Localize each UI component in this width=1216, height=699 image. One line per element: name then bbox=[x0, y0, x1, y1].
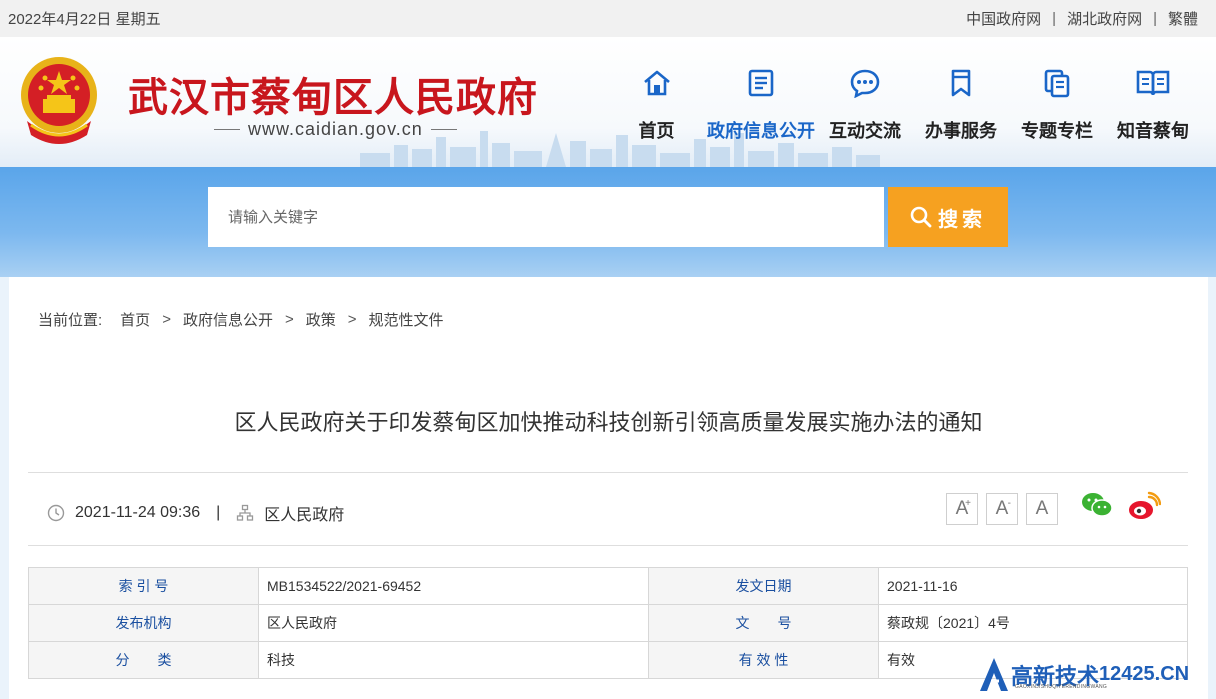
watermark-pinyin: GAOXINJISHUQIYERENDINGWANG bbox=[1015, 684, 1108, 690]
breadcrumb-separator: > bbox=[347, 311, 357, 328]
nav-item-special-topics[interactable]: 专题专栏 bbox=[1017, 65, 1097, 143]
weibo-icon[interactable] bbox=[1127, 491, 1161, 521]
table-key: 文 号 bbox=[648, 604, 879, 642]
top-link-separator: | bbox=[1052, 10, 1057, 27]
domain-dash-left bbox=[214, 129, 240, 130]
font-increase-button[interactable]: A + bbox=[946, 493, 978, 525]
article-container: 当前位置: 首页 > 政府信息公开 > 政策 > 规范性文件 区人民政府关于印发… bbox=[9, 277, 1208, 699]
table-key: 索 引 号 bbox=[28, 567, 259, 605]
table-key: 发文日期 bbox=[648, 567, 879, 605]
search-icon bbox=[910, 206, 932, 228]
nav-item-label: 首页 bbox=[638, 121, 675, 141]
document-list-icon bbox=[746, 65, 776, 101]
share-buttons bbox=[1081, 491, 1161, 521]
search-band: 搜索 bbox=[0, 167, 1216, 277]
home-icon bbox=[642, 65, 672, 101]
bookmark-icon bbox=[947, 65, 975, 101]
nav-item-label: 知音蔡甸 bbox=[1117, 121, 1189, 141]
table-value: 区人民政府 bbox=[258, 604, 649, 642]
search-button[interactable]: 搜索 bbox=[888, 187, 1008, 247]
current-date: 2022年4月22日 星期五 bbox=[8, 11, 161, 28]
font-decrease-button[interactable]: A- bbox=[986, 493, 1018, 525]
link-hubei-gov[interactable]: 湖北政府网 bbox=[1067, 8, 1142, 29]
org-structure-icon bbox=[237, 504, 254, 521]
breadcrumb-item-normative-docs[interactable]: 规范性文件 bbox=[369, 309, 444, 330]
nav-item-label: 政府信息公开 bbox=[707, 121, 815, 141]
nav-item-label: 专题专栏 bbox=[1021, 121, 1093, 141]
nav-item-label: 互动交流 bbox=[829, 121, 901, 141]
nav-item-interaction[interactable]: 互动交流 bbox=[825, 65, 905, 143]
site-watermark: 高新技术 12425.CN GAOXINJISHUQIYERENDINGWANG bbox=[977, 650, 1216, 699]
table-key: 发布机构 bbox=[28, 604, 259, 642]
top-links: 中国政府网 | 湖北政府网 | 繁體 bbox=[966, 8, 1198, 29]
breadcrumb-item-home[interactable]: 首页 bbox=[120, 309, 150, 330]
nav-item-zhiyin-caidian[interactable]: 知音蔡甸 bbox=[1113, 65, 1193, 143]
breadcrumb-separator: > bbox=[162, 311, 171, 328]
link-traditional-chinese[interactable]: 繁體 bbox=[1168, 8, 1198, 29]
domain-dash-right bbox=[430, 129, 457, 130]
breadcrumb-item-policy[interactable]: 政策 bbox=[306, 309, 336, 330]
table-key: 分 类 bbox=[28, 641, 259, 679]
breadcrumb-prefix: 当前位置: bbox=[38, 312, 103, 329]
font-reset-button[interactable]: A bbox=[1026, 493, 1058, 525]
chat-bubble-icon bbox=[849, 65, 881, 101]
copy-pages-icon bbox=[1042, 65, 1072, 101]
table-value: 科技 bbox=[258, 641, 649, 679]
article-title: 区人民政府关于印发蔡甸区加快推动科技创新引领高质量发展实施办法的通知 bbox=[234, 410, 983, 435]
article-source: 区人民政府 bbox=[264, 507, 345, 524]
table-value: MB1534522/2021-69452 bbox=[258, 567, 649, 605]
site-domain-text: www.caidian.gov.cn bbox=[248, 119, 423, 139]
nav-item-label: 办事服务 bbox=[925, 121, 997, 141]
open-book-icon bbox=[1135, 65, 1171, 101]
publish-datetime: 2021-11-24 09:36 bbox=[75, 504, 201, 521]
article-meta: 2021-11-24 09:36 | 区人民政府 bbox=[47, 501, 344, 525]
table-value: 蔡政规〔2021〕4号 bbox=[878, 604, 1188, 642]
meta-separator: | bbox=[216, 504, 221, 521]
site-domain: www.caidian.gov.cn bbox=[206, 119, 465, 140]
nav-item-home[interactable]: 首页 bbox=[628, 65, 685, 143]
nav-item-gov-info[interactable]: 政府信息公开 bbox=[699, 65, 823, 143]
table-row: 发布机构 区人民政府 文 号 蔡政规〔2021〕4号 bbox=[28, 604, 1188, 642]
clock-icon bbox=[47, 504, 65, 522]
table-row: 索 引 号 MB1534522/2021-69452 发文日期 2021-11-… bbox=[28, 567, 1188, 605]
meta-divider bbox=[28, 545, 1188, 546]
search-button-label: 搜索 bbox=[938, 208, 986, 231]
main-nav: 首页 政府信息公开 互动交流 办事服务 专题专栏 知音蔡甸 bbox=[628, 65, 1193, 143]
link-china-gov[interactable]: 中国政府网 bbox=[966, 8, 1041, 29]
nav-item-services[interactable]: 办事服务 bbox=[921, 65, 1001, 143]
table-value: 2021-11-16 bbox=[878, 567, 1188, 605]
national-emblem-icon bbox=[21, 57, 97, 144]
font-size-controls: A + A- A bbox=[946, 493, 1058, 525]
breadcrumb-separator: > bbox=[284, 311, 294, 328]
title-divider bbox=[28, 472, 1188, 473]
top-bar: 2022年4月22日 星期五 中国政府网 | 湖北政府网 | 繁體 bbox=[0, 0, 1216, 37]
search-input[interactable] bbox=[208, 187, 884, 247]
wechat-icon[interactable] bbox=[1081, 491, 1113, 519]
watermark-logo-icon bbox=[980, 657, 1008, 691]
site-header: 武汉市蔡甸区人民政府 www.caidian.gov.cn 首页 政府信息公开 … bbox=[0, 37, 1216, 167]
watermark-text-num: 12425.CN bbox=[1099, 663, 1190, 685]
breadcrumb-item-gov-info[interactable]: 政府信息公开 bbox=[183, 309, 273, 330]
top-link-separator: | bbox=[1153, 10, 1157, 27]
site-title[interactable]: 武汉市蔡甸区人民政府 bbox=[128, 65, 538, 123]
table-key: 有 效 性 bbox=[648, 641, 879, 679]
breadcrumb: 当前位置: 首页 > 政府信息公开 > 政策 > 规范性文件 bbox=[38, 309, 444, 330]
